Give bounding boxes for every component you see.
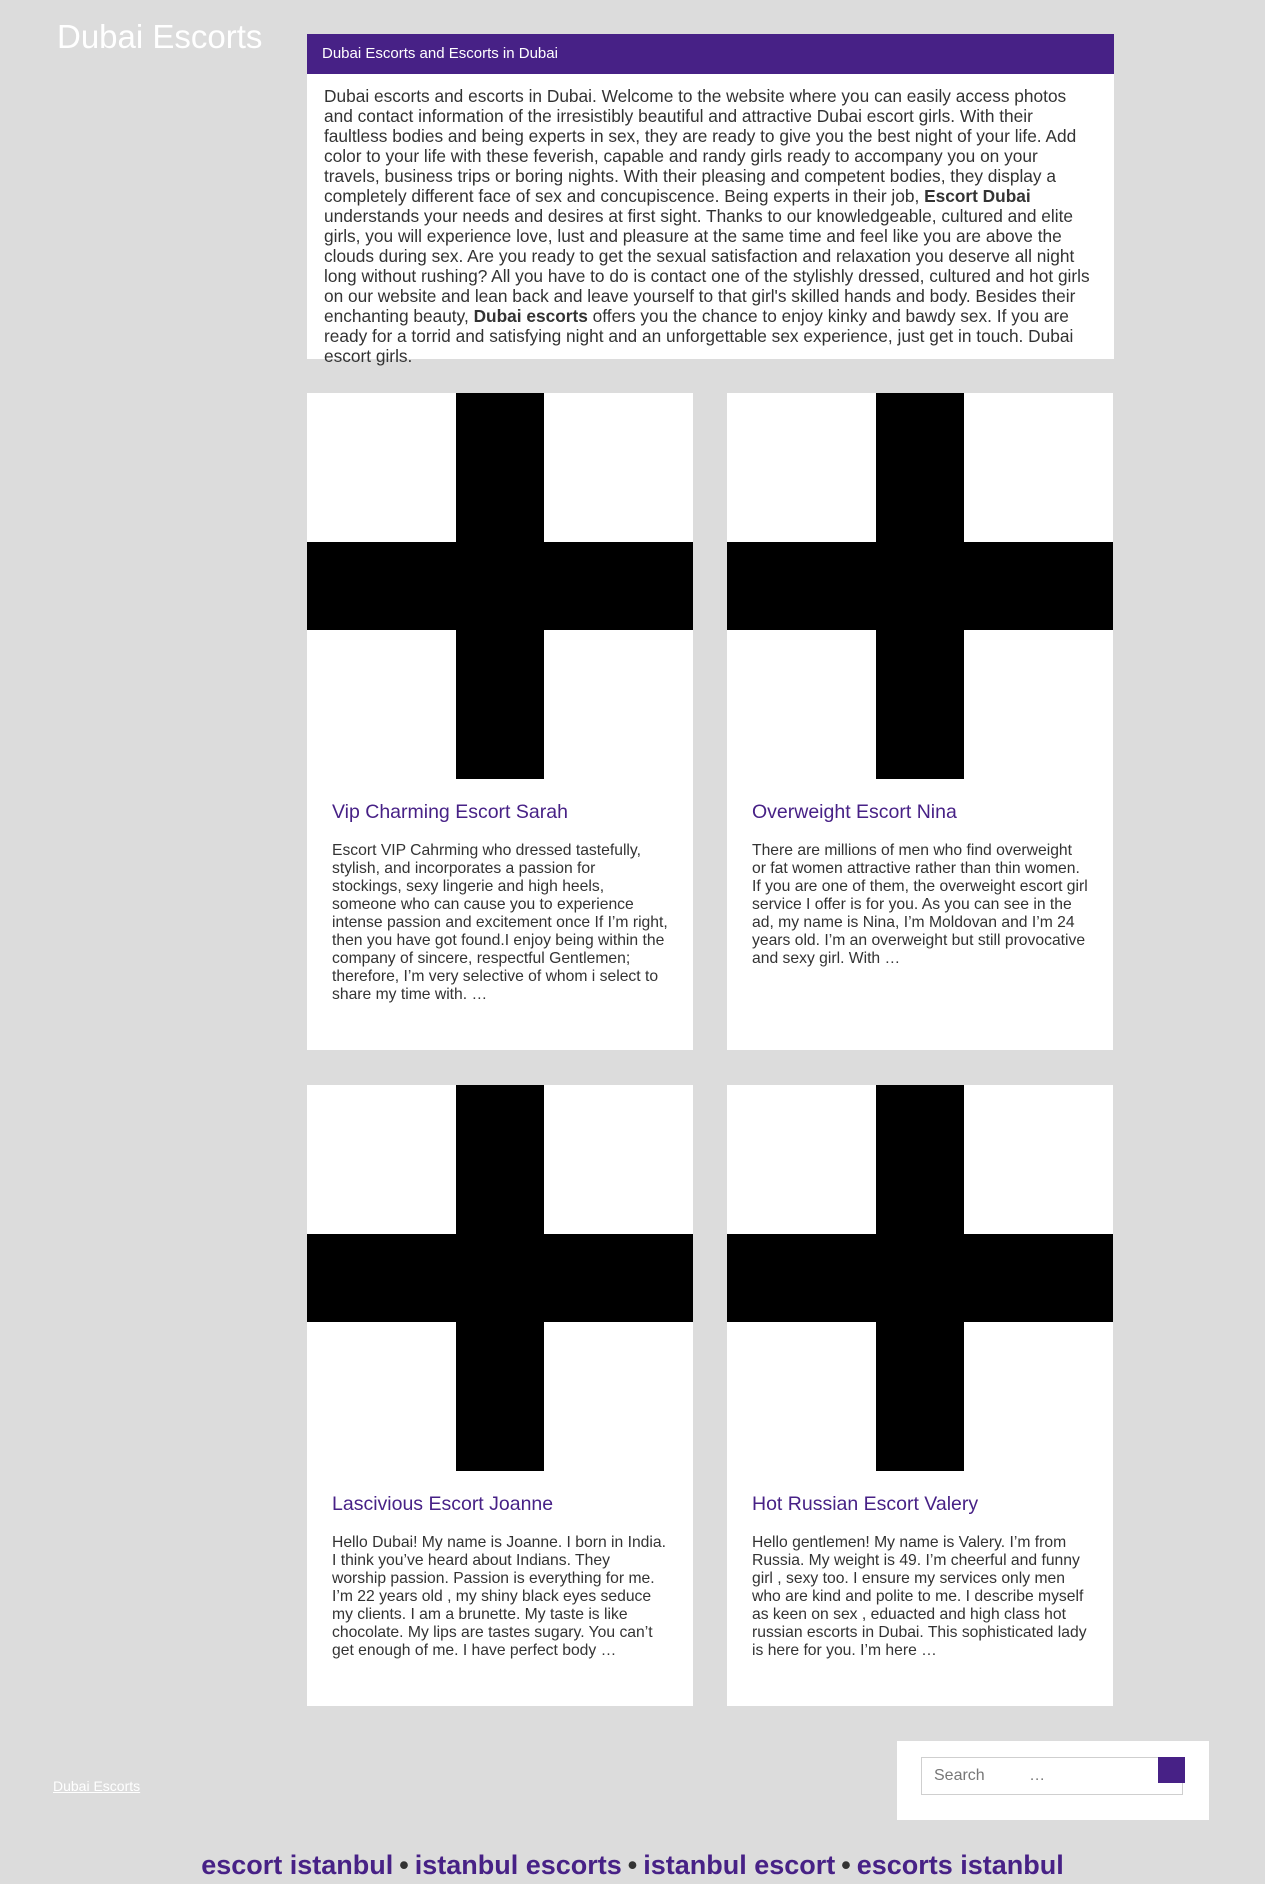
post-excerpt: There are millions of men who find overw…	[752, 842, 1088, 967]
post-title-link[interactable]: Hot Russian Escort Valery	[752, 1492, 1088, 1516]
intro-heading: Dubai Escorts and Escorts in Dubai	[307, 34, 1114, 74]
site-title[interactable]: Dubai Escorts	[57, 18, 262, 56]
post-card: Vip Charming Escort Sarah Escort VIP Cah…	[307, 393, 693, 1050]
bottom-link-istanbul-escorts[interactable]: istanbul escorts	[415, 1850, 622, 1880]
bottom-link-escorts-istanbul[interactable]: escorts istanbul	[857, 1850, 1064, 1880]
post-card: Lascivious Escort Joanne Hello Dubai! My…	[307, 1085, 693, 1706]
search-widget	[897, 1741, 1209, 1820]
search-button[interactable]	[1158, 1757, 1185, 1783]
post-thumbnail-placeholder[interactable]	[727, 393, 1113, 779]
link-separator: •	[841, 1850, 851, 1880]
intro-bold-escort-dubai: Escort Dubai	[924, 186, 1031, 206]
post-title-link[interactable]: Lascivious Escort Joanne	[332, 1492, 668, 1516]
post-card: Hot Russian Escort Valery Hello gentleme…	[727, 1085, 1113, 1706]
post-thumbnail-placeholder[interactable]	[307, 1085, 693, 1471]
post-thumbnail-placeholder[interactable]	[727, 1085, 1113, 1471]
post-title-link[interactable]: Overweight Escort Nina	[752, 800, 1088, 824]
post-excerpt: Escort VIP Cahrming who dressed tasteful…	[332, 842, 668, 1003]
post-card: Overweight Escort Nina There are million…	[727, 393, 1113, 1050]
post-excerpt: Hello gentlemen! My name is Valery. I’m …	[752, 1534, 1087, 1659]
post-title-link[interactable]: Vip Charming Escort Sarah	[332, 800, 668, 824]
search-input[interactable]	[921, 1757, 1183, 1795]
link-separator: •	[399, 1850, 409, 1880]
bottom-link-istanbul-escort[interactable]: istanbul escort	[643, 1850, 835, 1880]
post-excerpt: Hello Dubai! My name is Joanne. I born i…	[332, 1534, 666, 1659]
post-thumbnail-placeholder[interactable]	[307, 393, 693, 779]
bottom-link-escort-istanbul[interactable]: escort istanbul	[201, 1850, 393, 1880]
bottom-links: escort istanbul • istanbul escorts • istanbu…	[0, 1850, 1265, 1881]
intro-text: Dubai escorts and escorts in Dubai. Welc…	[307, 74, 1114, 366]
footer-site-link[interactable]: Dubai Escorts	[53, 1778, 140, 1794]
intro-section: Dubai Escorts and Escorts in Dubai Dubai…	[307, 34, 1114, 366]
link-separator: •	[627, 1850, 638, 1880]
intro-bold-dubai-escorts: Dubai escorts	[473, 306, 588, 326]
